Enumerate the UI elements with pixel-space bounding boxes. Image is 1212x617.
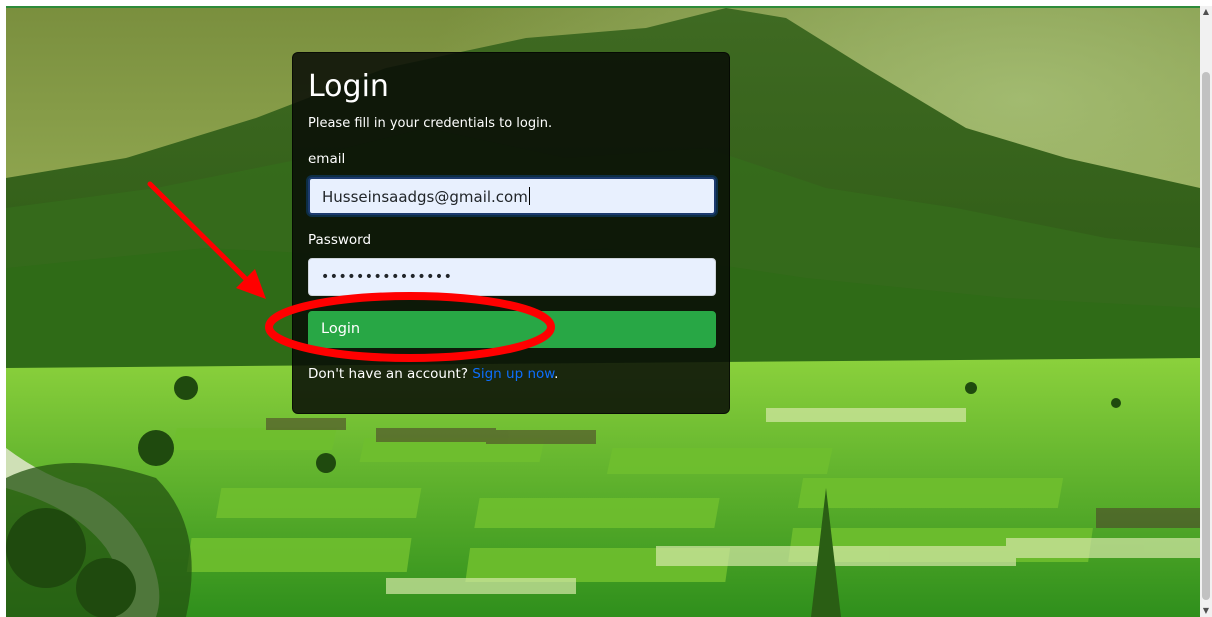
- vertical-scrollbar[interactable]: ▲ ▼: [1200, 6, 1212, 617]
- login-subtitle: Please fill in your credentials to login…: [308, 116, 553, 131]
- signup-suffix: .: [554, 366, 559, 382]
- signup-link[interactable]: Sign up now: [472, 366, 554, 382]
- login-button[interactable]: Login: [308, 311, 716, 348]
- scroll-thumb[interactable]: [1202, 72, 1210, 600]
- password-input-value: •••••••••••••••: [321, 269, 453, 285]
- email-input-value: Husseinsaadgs@gmail.com: [322, 188, 528, 206]
- login-title: Login: [308, 69, 389, 104]
- password-label: Password: [308, 232, 372, 248]
- scroll-down-arrow-icon[interactable]: ▼: [1200, 605, 1212, 617]
- text-caret: [528, 187, 530, 205]
- login-card: Login Please fill in your credentials to…: [292, 52, 730, 414]
- signup-prompt: Don't have an account? Sign up now.: [308, 365, 558, 383]
- password-input[interactable]: •••••••••••••••: [308, 258, 716, 296]
- scroll-up-arrow-icon[interactable]: ▲: [1200, 6, 1212, 18]
- signup-prompt-text: Don't have an account?: [308, 366, 468, 382]
- email-label: email: [308, 151, 346, 167]
- email-input[interactable]: Husseinsaadgs@gmail.com: [308, 177, 716, 215]
